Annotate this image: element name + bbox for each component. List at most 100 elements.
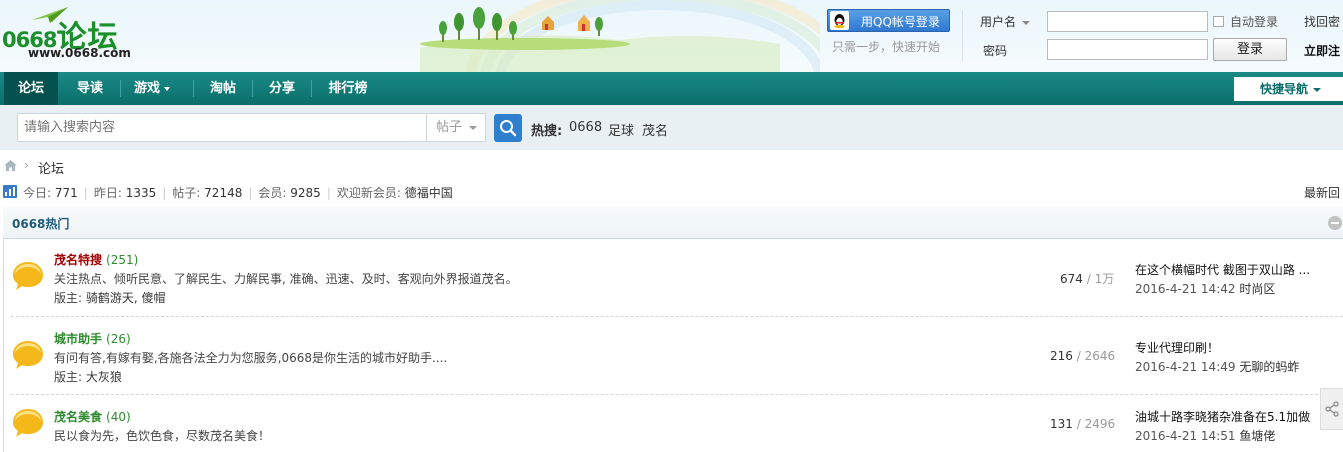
stat-today-value: 771: [54, 186, 78, 200]
category-title[interactable]: 0668热门: [12, 215, 69, 232]
forum-threads: 674: [1060, 272, 1083, 286]
forum-last-post-user[interactable]: 无聊的蚂蚱: [1239, 360, 1299, 374]
hot-search-keyword[interactable]: 足球: [608, 120, 634, 139]
forum-moderator-links[interactable]: 大灰狼: [86, 370, 122, 384]
qq-penguin-icon: [830, 11, 849, 30]
stat-members-value: 9285: [290, 186, 321, 200]
breadcrumb-current[interactable]: 论坛: [38, 158, 64, 177]
forum-threads: 216: [1050, 349, 1073, 363]
nav-item-collections[interactable]: 淘帖: [196, 72, 250, 105]
qq-login-hint: 只需一步，快速开始: [832, 40, 941, 54]
forum-moderator-label: 版主:: [54, 370, 83, 384]
chevron-down-icon: [164, 86, 170, 91]
category-header: [3, 207, 1343, 239]
nav-item-games-label: 游戏: [133, 81, 160, 96]
qq-login-label: 用QQ帐号登录: [861, 15, 940, 29]
nav-item-ranking[interactable]: 排行榜: [314, 72, 382, 105]
forum-description: 关注热点、倾听民意、了解民生、力解民事, 准确、迅速、及时、客观向外界报道茂名。: [54, 272, 518, 286]
latest-replies-link[interactable]: 最新回: [1304, 184, 1340, 201]
forum-bubble-icon: [13, 262, 43, 290]
forum-last-post-user[interactable]: 鱼塘佬: [1239, 429, 1275, 443]
nav-divider: [120, 80, 121, 97]
forum-last-post-meta: 2016-4-21 14:49 无聊的蚂蚱: [1135, 358, 1299, 375]
forum-moderator-links[interactable]: 骑鹤游天, 傻帽: [86, 291, 166, 305]
site-logo[interactable]: 0668论坛 www.0668.com: [2, 6, 142, 62]
nav-item-games[interactable]: 游戏: [122, 72, 182, 105]
forum-last-post-link[interactable]: 专业代理印刷！: [1135, 339, 1219, 356]
username-input[interactable]: [1047, 11, 1208, 32]
stat-posts-label: 帖子:: [172, 186, 201, 200]
chevron-down-icon: [469, 125, 478, 130]
forum-last-post-user[interactable]: 时尚区: [1239, 282, 1275, 296]
forum-last-post-time: 2016-4-21 14:49: [1135, 360, 1236, 374]
password-input[interactable]: [1047, 39, 1208, 60]
stat-yesterday-label: 昨日:: [93, 186, 122, 200]
forum-threads: 131: [1050, 417, 1073, 431]
share-icon: [1325, 401, 1339, 417]
forum-moderator-label: 版主:: [54, 291, 83, 305]
hot-search-label: 热搜:: [531, 124, 563, 139]
login-button[interactable]: 登录: [1213, 38, 1287, 61]
stat-members-label: 会员:: [258, 186, 287, 200]
forum-name-link[interactable]: 茂名特搜 (251): [54, 251, 138, 268]
forum-moderators: 版主: 骑鹤游天, 傻帽: [54, 289, 166, 306]
search-button[interactable]: [494, 114, 522, 142]
new-member-link[interactable]: 德福中国: [405, 186, 453, 200]
search-input[interactable]: [17, 113, 426, 142]
nav-divider: [252, 80, 253, 97]
search-type-select[interactable]: 帖子: [426, 113, 486, 142]
forum-last-post-time: 2016-4-21 14:51: [1135, 429, 1236, 443]
nav-divider: [193, 80, 194, 97]
forum-description: 有问有答,有嫁有娶,各施各法全力为您服务,0668是你生活的城市好助手....: [54, 351, 448, 365]
forum-last-post-meta: 2016-4-21 14:51 鱼塘佬: [1135, 427, 1275, 444]
quick-nav-label: 快捷导航: [1260, 82, 1309, 96]
share-sidebar-button[interactable]: [1320, 388, 1343, 430]
chevron-down-icon: [1022, 20, 1031, 25]
auto-login-checkbox[interactable]: [1213, 16, 1224, 27]
quick-nav-dropdown[interactable]: 快捷导航: [1234, 77, 1343, 101]
hot-search-keyword[interactable]: 0668: [569, 120, 602, 135]
breadcrumb-separator: ›: [24, 158, 29, 172]
stat-today-label: 今日:: [23, 186, 52, 200]
forum-name-link[interactable]: 茂名美食 (40): [54, 408, 131, 425]
register-link[interactable]: 立即注: [1304, 42, 1340, 59]
chevron-down-icon: [1313, 87, 1322, 92]
forum-stats: 今日: 771 | 昨日: 1335 | 帖子: 72148 | 会员: 9285 | 欢迎新会…: [23, 186, 453, 200]
forum-moderators: 版主: 大灰狼: [54, 368, 122, 385]
search-icon: [500, 120, 517, 137]
forum-posts: 1万: [1094, 272, 1115, 286]
forum-last-post-link[interactable]: 在这个横幅时代 截图于双山路 ...: [1135, 261, 1310, 278]
nav-item-share[interactable]: 分享: [255, 72, 309, 105]
forum-last-post-meta: 2016-4-21 14:42 时尚区: [1135, 280, 1275, 297]
find-password-link[interactable]: 找回密: [1304, 13, 1340, 30]
nav-item-guide[interactable]: 导读: [62, 72, 118, 105]
forum-posts: 2496: [1084, 417, 1116, 431]
bar-chart-icon: [3, 185, 17, 198]
logo-url: www.0668.com: [28, 46, 131, 60]
forum-description: 民以食为先，色饮色食，尽数茂名美食！: [54, 429, 271, 443]
nav-divider: [311, 80, 312, 97]
search-type-label: 帖子: [436, 120, 463, 135]
stat-yesterday-value: 1335: [125, 186, 157, 200]
header-scenery-illustration: [420, 0, 820, 72]
row-divider: [11, 394, 1343, 395]
forum-name: 城市助手: [54, 332, 103, 346]
forum-name-link[interactable]: 城市助手 (26): [54, 330, 131, 347]
home-icon[interactable]: [3, 159, 18, 172]
username-label: 用户名: [980, 15, 1017, 29]
forum-thread-post-count: 674 / 1万: [1060, 272, 1115, 286]
nav-item-forum[interactable]: 论坛: [4, 72, 58, 105]
collapse-icon[interactable]: [1328, 216, 1342, 230]
username-type-select[interactable]: 用户名: [980, 13, 1031, 30]
auto-login-label[interactable]: 自动登录: [1230, 13, 1278, 30]
forum-posts: 2646: [1084, 349, 1116, 363]
forum-thread-post-count: 131 / 2496: [1050, 417, 1116, 431]
main-nav: 论坛 导读 游戏 淘帖 分享 排行榜: [0, 72, 1343, 105]
qq-login-button[interactable]: 用QQ帐号登录: [827, 9, 950, 32]
password-label: 密码: [983, 44, 1008, 58]
forum-bubble-icon: [13, 409, 43, 437]
forum-last-post-link[interactable]: 油城十路李晓猪杂准备在5.1加做: [1135, 408, 1310, 425]
forum-name: 茂名美食: [54, 410, 103, 424]
hot-search-keyword[interactable]: 茂名: [642, 120, 668, 139]
forum-today-count: (40): [106, 410, 131, 424]
